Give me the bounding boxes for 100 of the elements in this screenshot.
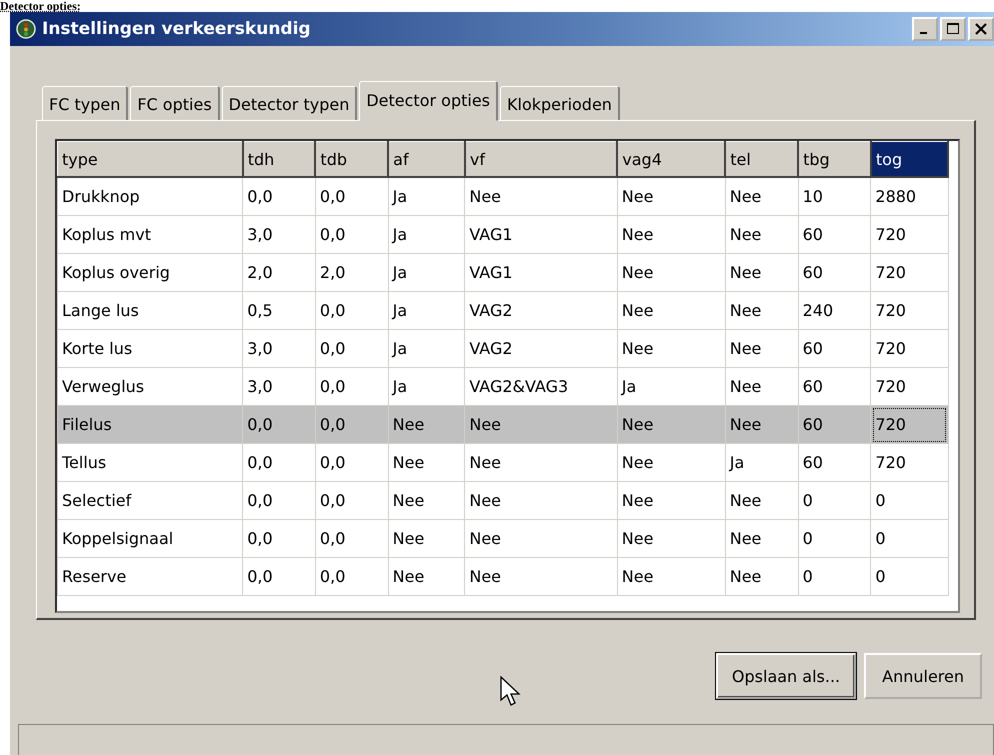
table-cell[interactable]: 0 <box>870 558 948 596</box>
close-button[interactable] <box>968 17 994 41</box>
tab[interactable]: Detector opties <box>359 81 498 121</box>
table-cell[interactable]: 60 <box>798 254 871 292</box>
column-header[interactable]: af <box>388 142 465 177</box>
table-cell[interactable]: Koplus overig <box>58 254 243 292</box>
table-cell[interactable]: 0,0 <box>242 520 316 558</box>
table-cell[interactable]: Nee <box>725 558 798 596</box>
table-cell[interactable]: 10 <box>798 177 871 216</box>
table-cell[interactable]: Nee <box>617 254 726 292</box>
table-cell[interactable]: 0 <box>870 520 948 558</box>
table-cell[interactable]: Ja <box>388 330 465 368</box>
column-header[interactable]: type <box>58 142 243 177</box>
table-cell[interactable]: Nee <box>617 177 726 216</box>
table-cell[interactable]: Nee <box>464 444 618 482</box>
table-cell[interactable]: 0,0 <box>315 520 388 558</box>
table-cell[interactable]: Nee <box>617 406 726 444</box>
table-cell[interactable]: Nee <box>617 216 726 254</box>
column-header[interactable]: vf <box>464 142 618 177</box>
table-cell[interactable]: VAG1 <box>464 216 618 254</box>
table-cell[interactable]: Nee <box>388 482 465 520</box>
table-cell[interactable]: VAG1 <box>464 254 618 292</box>
table-cell[interactable]: Nee <box>617 444 726 482</box>
table-cell[interactable]: Nee <box>725 177 798 216</box>
table-cell[interactable]: 0,0 <box>315 292 388 330</box>
table-cell[interactable]: Nee <box>464 177 618 216</box>
table-cell[interactable]: Nee <box>725 520 798 558</box>
table-cell[interactable]: Nee <box>388 520 465 558</box>
table-cell[interactable]: Nee <box>388 558 465 596</box>
cancel-button[interactable]: Annuleren <box>864 653 982 699</box>
table-cell[interactable]: Nee <box>388 444 465 482</box>
table-cell[interactable]: Nee <box>725 406 798 444</box>
table-cell[interactable]: Ja <box>388 254 465 292</box>
table-cell[interactable]: 0,0 <box>242 558 316 596</box>
table-cell[interactable]: 0,0 <box>315 330 388 368</box>
tab[interactable]: Detector typen <box>222 86 358 120</box>
table-cell[interactable]: Nee <box>617 330 726 368</box>
table-cell[interactable]: Selectief <box>58 482 243 520</box>
table-cell[interactable]: 720 <box>870 406 948 444</box>
table-cell[interactable]: Nee <box>725 292 798 330</box>
table-cell[interactable]: Drukknop <box>58 177 243 216</box>
table-cell[interactable]: 0,0 <box>242 406 316 444</box>
table-cell[interactable]: 60 <box>798 444 871 482</box>
table-cell[interactable]: Lange lus <box>58 292 243 330</box>
table-cell[interactable]: Ja <box>388 292 465 330</box>
table-cell[interactable]: Tellus <box>58 444 243 482</box>
table-cell[interactable]: 3,0 <box>242 216 316 254</box>
table-cell[interactable]: 720 <box>870 444 948 482</box>
table-cell[interactable]: Nee <box>388 406 465 444</box>
table-cell[interactable]: 0,0 <box>315 444 388 482</box>
table-cell[interactable]: Ja <box>388 216 465 254</box>
table-cell[interactable]: Koplus mvt <box>58 216 243 254</box>
table-cell[interactable]: Nee <box>725 254 798 292</box>
table-cell[interactable]: Nee <box>464 482 618 520</box>
table-cell[interactable]: 0 <box>798 558 871 596</box>
table-cell[interactable]: 2,0 <box>242 254 316 292</box>
table-cell[interactable]: Nee <box>617 520 726 558</box>
table-cell[interactable]: 0,0 <box>242 177 316 216</box>
table-cell[interactable]: 0,0 <box>315 216 388 254</box>
column-header[interactable]: tog <box>870 142 948 177</box>
table-cell[interactable]: 0,0 <box>315 482 388 520</box>
table-cell[interactable]: Nee <box>725 330 798 368</box>
table-cell[interactable]: Korte lus <box>58 330 243 368</box>
table-cell[interactable]: 240 <box>798 292 871 330</box>
table-cell[interactable]: Nee <box>617 482 726 520</box>
table-cell[interactable]: 2,0 <box>315 254 388 292</box>
column-header[interactable]: tdh <box>242 142 316 177</box>
save-as-button[interactable]: Opslaan als... <box>716 653 856 699</box>
table-cell[interactable]: Koppelsignaal <box>58 520 243 558</box>
table-cell[interactable]: 60 <box>798 406 871 444</box>
table-cell[interactable]: 3,0 <box>242 330 316 368</box>
table-cell[interactable]: Nee <box>617 558 726 596</box>
column-header[interactable]: tdb <box>315 142 388 177</box>
table-cell[interactable]: 0 <box>798 520 871 558</box>
table-cell[interactable]: Nee <box>617 292 726 330</box>
table-cell[interactable]: 720 <box>870 292 948 330</box>
table-cell[interactable]: Nee <box>725 216 798 254</box>
table-cell[interactable]: 60 <box>798 216 871 254</box>
table-cell[interactable]: 720 <box>870 254 948 292</box>
table-cell[interactable]: VAG2 <box>464 330 618 368</box>
table-cell[interactable]: 0,0 <box>315 177 388 216</box>
table-cell[interactable]: 0,5 <box>242 292 316 330</box>
table-cell[interactable]: 0,0 <box>242 444 316 482</box>
table-cell[interactable]: 2880 <box>870 177 948 216</box>
table-cell[interactable]: VAG2 <box>464 292 618 330</box>
table-cell[interactable]: Nee <box>464 558 618 596</box>
table-cell[interactable]: 720 <box>870 330 948 368</box>
table-cell[interactable]: 60 <box>798 330 871 368</box>
table-cell[interactable]: 0,0 <box>315 558 388 596</box>
table-cell[interactable]: Reserve <box>58 558 243 596</box>
table-cell[interactable]: 0 <box>870 482 948 520</box>
table-cell[interactable]: Nee <box>464 520 618 558</box>
table-cell[interactable]: Nee <box>725 482 798 520</box>
tab[interactable]: FC typen <box>42 86 128 120</box>
table-cell[interactable]: Ja <box>388 177 465 216</box>
maximize-button[interactable] <box>940 17 966 41</box>
table-cell[interactable]: 0,0 <box>242 482 316 520</box>
column-header[interactable]: vag4 <box>617 142 726 177</box>
table-cell[interactable]: Nee <box>464 406 618 444</box>
minimize-button[interactable] <box>912 17 938 41</box>
